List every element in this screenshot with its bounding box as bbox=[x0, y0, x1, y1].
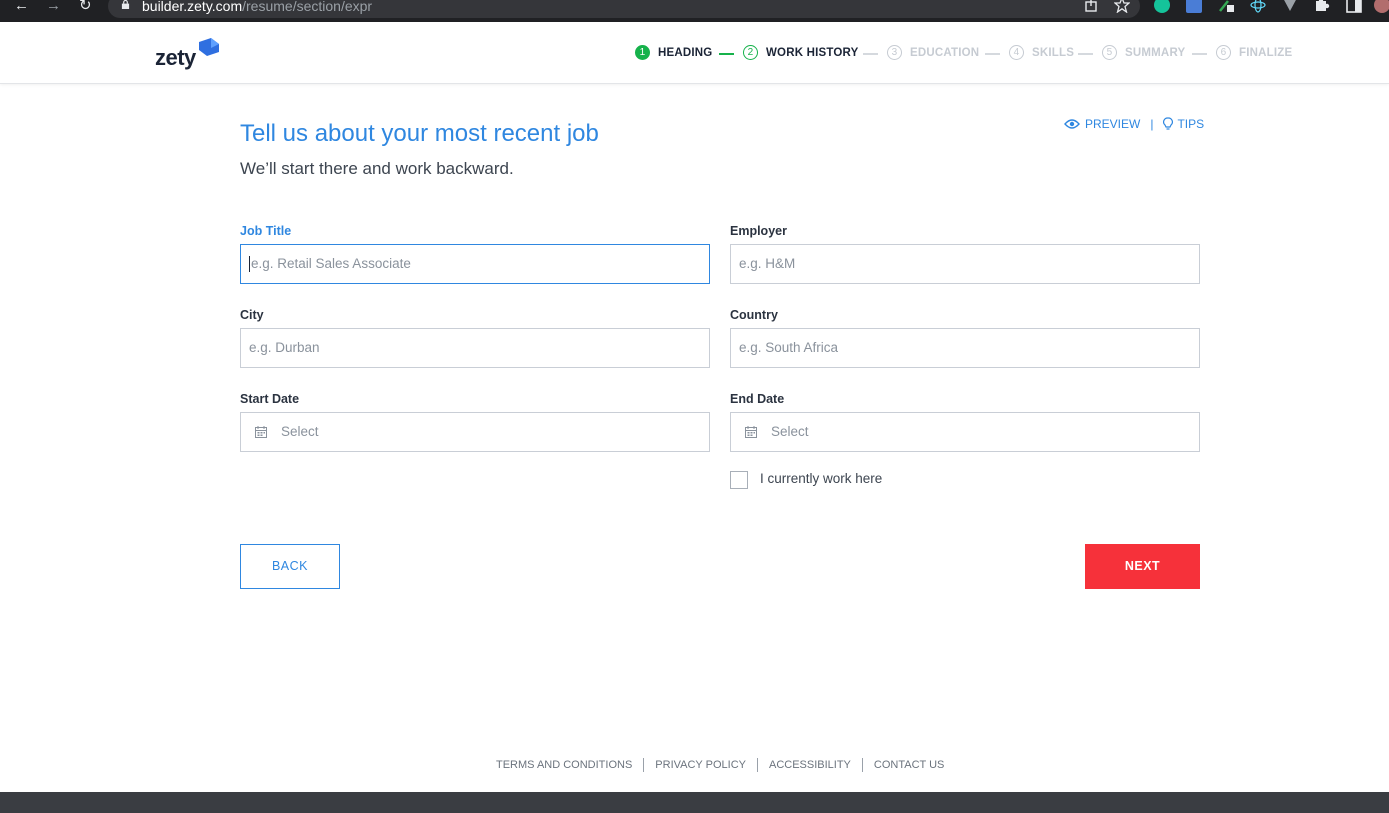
step-label: FINALIZE bbox=[1239, 46, 1293, 59]
step-1-check-icon: 1 bbox=[635, 45, 650, 60]
currently-work-here-checkbox[interactable] bbox=[730, 471, 748, 489]
footer-divider bbox=[756, 758, 758, 772]
zety-logo-mark-icon bbox=[199, 38, 219, 56]
star-icon[interactable] bbox=[1114, 0, 1130, 13]
step-label: WORK HISTORY bbox=[766, 46, 859, 59]
browser-toolbar: ← → ↻ builder.zety.com/resume/section/ex… bbox=[0, 0, 1389, 22]
step-number: 5 bbox=[1102, 45, 1117, 60]
step-education[interactable]: 3 EDUCATION bbox=[887, 45, 979, 60]
back-arrow-icon[interactable]: ← bbox=[14, 0, 29, 14]
city-label: City bbox=[240, 308, 264, 322]
step-label: SUMMARY bbox=[1125, 46, 1186, 59]
employer-input[interactable]: e.g. H&M bbox=[730, 244, 1200, 284]
step-connector bbox=[1192, 53, 1207, 55]
vue-devtools-icon[interactable] bbox=[1282, 0, 1298, 13]
step-connector bbox=[985, 53, 1000, 55]
back-button[interactable]: BACK bbox=[240, 544, 340, 589]
accessibility-link[interactable]: ACCESSIBILITY bbox=[769, 759, 851, 771]
tips-link[interactable]: TIPS bbox=[1177, 117, 1204, 131]
puzzle-icon[interactable] bbox=[1314, 0, 1330, 13]
calendar-icon bbox=[745, 426, 757, 438]
step-number: 4 bbox=[1009, 45, 1024, 60]
page-title: Tell us about your most recent job bbox=[240, 120, 599, 147]
footer-divider bbox=[643, 758, 645, 772]
step-label: SKILLS bbox=[1032, 46, 1075, 59]
privacy-link[interactable]: PRIVACY POLICY bbox=[655, 759, 746, 771]
footer-divider bbox=[861, 758, 863, 772]
extension-pen-icon[interactable] bbox=[1218, 0, 1234, 13]
step-number: 6 bbox=[1216, 45, 1231, 60]
step-number: 2 bbox=[743, 45, 758, 60]
contact-link[interactable]: CONTACT US bbox=[874, 759, 945, 771]
text-caret bbox=[249, 256, 250, 273]
avatar[interactable] bbox=[1374, 0, 1389, 13]
translate-icon[interactable] bbox=[1186, 0, 1202, 13]
step-summary[interactable]: 5 SUMMARY bbox=[1102, 45, 1185, 60]
url-text: builder.zety.com/resume/section/expr bbox=[142, 0, 373, 14]
share-icon[interactable] bbox=[1083, 0, 1099, 13]
country-input[interactable]: e.g. South Africa bbox=[730, 328, 1200, 368]
sidepanel-icon[interactable] bbox=[1346, 0, 1362, 13]
step-connector bbox=[719, 53, 734, 55]
employer-placeholder: e.g. H&M bbox=[739, 256, 796, 271]
country-label: Country bbox=[730, 308, 778, 322]
bottom-bar bbox=[0, 792, 1389, 813]
city-placeholder: e.g. Durban bbox=[249, 340, 320, 355]
helper-links: PREVIEW | TIPS bbox=[1064, 117, 1204, 131]
step-connector bbox=[863, 53, 878, 55]
step-label: HEADING bbox=[658, 46, 713, 59]
job-title-label: Job Title bbox=[240, 224, 292, 238]
currently-work-here-label[interactable]: I currently work here bbox=[760, 471, 882, 486]
job-title-input[interactable]: e.g. Retail Sales Associate bbox=[240, 244, 710, 284]
step-label: EDUCATION bbox=[910, 46, 980, 59]
grammarly-icon[interactable] bbox=[1154, 0, 1170, 13]
step-skills[interactable]: 4 SKILLS bbox=[1009, 45, 1074, 60]
step-work-history[interactable]: 2 WORK HISTORY bbox=[743, 45, 859, 60]
forward-arrow-icon[interactable]: → bbox=[46, 0, 61, 14]
lightbulb-icon bbox=[1163, 117, 1174, 130]
step-number: 3 bbox=[887, 45, 902, 60]
end-date-label: End Date bbox=[730, 392, 785, 406]
job-title-placeholder: e.g. Retail Sales Associate bbox=[251, 256, 411, 271]
start-date-label: Start Date bbox=[240, 392, 300, 406]
employer-label: Employer bbox=[730, 224, 787, 238]
eye-icon bbox=[1064, 119, 1080, 129]
lock-icon bbox=[121, 0, 130, 9]
end-date-select[interactable]: Select bbox=[730, 412, 1200, 452]
footer-links: TERMS AND CONDITIONS PRIVACY POLICY ACCE… bbox=[496, 758, 944, 772]
terms-link[interactable]: TERMS AND CONDITIONS bbox=[496, 759, 632, 771]
preview-link[interactable]: PREVIEW bbox=[1085, 117, 1140, 131]
calendar-icon bbox=[255, 426, 267, 438]
city-input[interactable]: e.g. Durban bbox=[240, 328, 710, 368]
country-placeholder: e.g. South Africa bbox=[739, 340, 839, 355]
zety-logo[interactable]: zety bbox=[155, 45, 196, 71]
end-date-placeholder: Select bbox=[771, 424, 809, 439]
next-button[interactable]: NEXT bbox=[1085, 544, 1200, 589]
start-date-placeholder: Select bbox=[281, 424, 319, 439]
start-date-select[interactable]: Select bbox=[240, 412, 710, 452]
step-finalize[interactable]: 6 FINALIZE bbox=[1216, 45, 1292, 60]
reload-icon[interactable]: ↻ bbox=[79, 0, 92, 14]
step-heading[interactable]: 1 HEADING bbox=[635, 45, 712, 60]
react-devtools-icon[interactable] bbox=[1250, 0, 1266, 13]
page-subtitle: We’ll start there and work backward. bbox=[240, 159, 514, 178]
step-connector bbox=[1078, 53, 1093, 55]
link-separator: | bbox=[1150, 117, 1154, 131]
